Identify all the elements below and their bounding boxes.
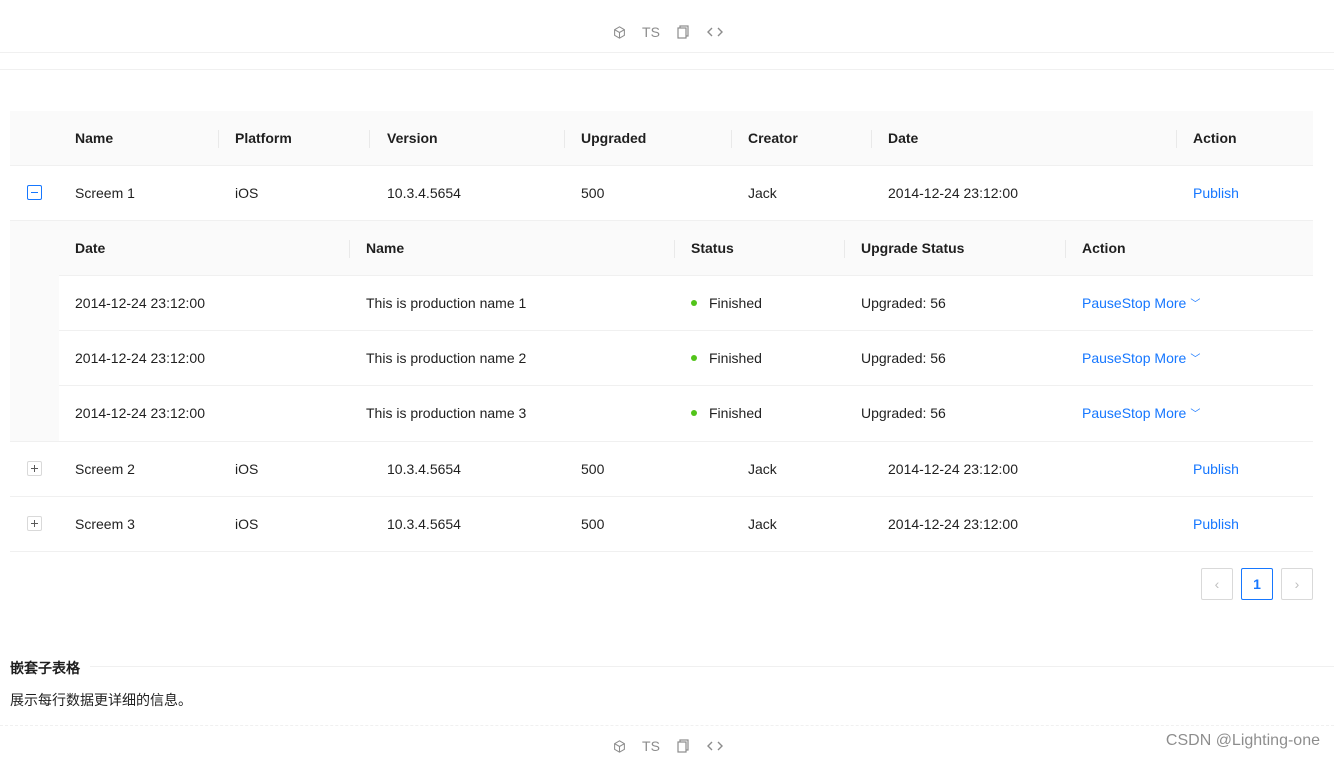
publish-link[interactable]: Publish bbox=[1193, 442, 1239, 496]
chevron-down-icon: ﹀ bbox=[1190, 299, 1201, 310]
pagination-page-1[interactable]: 1 bbox=[1241, 568, 1273, 600]
codesandbox-icon[interactable] bbox=[603, 734, 635, 758]
cell-name: Screem 1 bbox=[75, 185, 135, 201]
cell-creator: Jack bbox=[748, 185, 777, 201]
nested-cell-name: This is production name 3 bbox=[366, 405, 527, 421]
table-row: Screem 1 iOS 10.3.4.5654 500 Jack 2014-1… bbox=[10, 166, 1313, 221]
more-dropdown[interactable]: More ﹀ bbox=[1154, 405, 1200, 421]
nested-actions: PauseStop More ﹀ bbox=[1082, 331, 1200, 385]
cell-date: 2014-12-24 23:12:00 bbox=[888, 516, 1018, 532]
code-icon[interactable] bbox=[699, 734, 731, 758]
status-dot bbox=[691, 355, 697, 362]
cell-platform: iOS bbox=[235, 185, 259, 201]
table-header-row: Name Platform Version Upgraded Creator D… bbox=[10, 111, 1313, 166]
status-dot bbox=[691, 410, 697, 417]
cell-upgraded: 500 bbox=[581, 461, 605, 477]
chevron-down-icon: ﹀ bbox=[1190, 409, 1201, 420]
nested-row: 2014-12-24 23:12:00 This is production n… bbox=[59, 276, 1313, 331]
nested-row: 2014-12-24 23:12:00 This is production n… bbox=[59, 331, 1313, 386]
typescript-toggle[interactable]: TS bbox=[635, 20, 667, 44]
section-title: 嵌套子表格 bbox=[10, 660, 80, 676]
table-row: Screem 3 iOS 10.3.4.5654 500 Jack 2014-1… bbox=[10, 497, 1313, 552]
expand-row-button[interactable] bbox=[27, 516, 42, 531]
demo-toolbar-bottom: TS bbox=[0, 720, 1334, 772]
pagination-prev-button[interactable]: ‹ bbox=[1201, 568, 1233, 600]
nested-column-status[interactable]: Status bbox=[691, 221, 734, 275]
nested-cell-date: 2014-12-24 23:12:00 bbox=[75, 350, 205, 366]
column-header-date[interactable]: Date bbox=[888, 111, 918, 165]
nested-cell-upgrade: Upgraded: 56 bbox=[861, 405, 946, 421]
nested-column-date[interactable]: Date bbox=[75, 221, 105, 275]
nested-row: 2014-12-24 23:12:00 This is production n… bbox=[59, 386, 1313, 441]
column-header-name[interactable]: Name bbox=[75, 111, 113, 165]
column-header-creator[interactable]: Creator bbox=[748, 111, 798, 165]
more-dropdown[interactable]: More ﹀ bbox=[1154, 295, 1200, 311]
copy-icon[interactable] bbox=[667, 734, 699, 758]
demo-toolbar-top: TS bbox=[0, 6, 1334, 58]
divider bbox=[90, 666, 1334, 667]
nested-table: Date Name Status Upgrade Status Action 2… bbox=[59, 221, 1313, 441]
nested-header-row: Date Name Status Upgrade Status Action bbox=[59, 221, 1313, 276]
status-badge: Finished bbox=[691, 331, 762, 385]
cell-name: Screem 3 bbox=[75, 516, 135, 532]
cell-upgraded: 500 bbox=[581, 185, 605, 201]
column-header-upgraded[interactable]: Upgraded bbox=[581, 111, 646, 165]
cell-version: 10.3.4.5654 bbox=[387, 516, 461, 532]
nested-column-action[interactable]: Action bbox=[1082, 221, 1126, 275]
cell-name: Screem 2 bbox=[75, 461, 135, 477]
cell-version: 10.3.4.5654 bbox=[387, 461, 461, 477]
nested-cell-upgrade: Upgraded: 56 bbox=[861, 350, 946, 366]
nested-cell-date: 2014-12-24 23:12:00 bbox=[75, 405, 205, 421]
codesandbox-icon[interactable] bbox=[603, 20, 635, 44]
typescript-toggle[interactable]: TS bbox=[635, 734, 667, 758]
status-badge: Finished bbox=[691, 276, 762, 330]
expanded-row-panel: Date Name Status Upgrade Status Action 2… bbox=[10, 221, 1313, 441]
pagination-next-button[interactable]: › bbox=[1281, 568, 1313, 600]
publish-link[interactable]: Publish bbox=[1193, 497, 1239, 551]
watermark: CSDN @Lighting-one bbox=[1165, 732, 1320, 749]
status-dot bbox=[691, 300, 697, 307]
nested-cell-upgrade: Upgraded: 56 bbox=[861, 295, 946, 311]
code-icon[interactable] bbox=[699, 20, 731, 44]
cell-date: 2014-12-24 23:12:00 bbox=[888, 185, 1018, 201]
more-dropdown[interactable]: More ﹀ bbox=[1154, 350, 1200, 366]
nested-column-upgrade-status[interactable]: Upgrade Status bbox=[861, 221, 964, 275]
pause-link[interactable]: Pause bbox=[1082, 295, 1122, 311]
column-header-action[interactable]: Action bbox=[1193, 111, 1237, 165]
cell-creator: Jack bbox=[748, 461, 777, 477]
nested-actions: PauseStop More ﹀ bbox=[1082, 276, 1200, 330]
cell-version: 10.3.4.5654 bbox=[387, 185, 461, 201]
nested-actions: PauseStop More ﹀ bbox=[1082, 386, 1200, 440]
copy-icon[interactable] bbox=[667, 20, 699, 44]
status-badge: Finished bbox=[691, 386, 762, 440]
cell-upgraded: 500 bbox=[581, 516, 605, 532]
table-row: Screem 2 iOS 10.3.4.5654 500 Jack 2014-1… bbox=[10, 442, 1313, 497]
divider bbox=[0, 52, 1334, 53]
pause-link[interactable]: Pause bbox=[1082, 405, 1122, 421]
nested-column-name[interactable]: Name bbox=[366, 221, 404, 275]
nested-cell-name: This is production name 2 bbox=[366, 350, 527, 366]
cell-platform: iOS bbox=[235, 516, 259, 532]
publish-link[interactable]: Publish bbox=[1193, 166, 1239, 220]
column-header-version[interactable]: Version bbox=[387, 111, 438, 165]
expand-row-button[interactable] bbox=[27, 461, 42, 476]
cell-platform: iOS bbox=[235, 461, 259, 477]
nested-cell-name: This is production name 1 bbox=[366, 295, 527, 311]
stop-link[interactable]: Stop bbox=[1122, 350, 1151, 366]
collapse-row-button[interactable] bbox=[27, 185, 42, 200]
nested-cell-date: 2014-12-24 23:12:00 bbox=[75, 295, 205, 311]
chevron-down-icon: ﹀ bbox=[1190, 354, 1201, 365]
divider bbox=[0, 69, 1334, 70]
column-header-platform[interactable]: Platform bbox=[235, 111, 292, 165]
pause-link[interactable]: Pause bbox=[1082, 350, 1122, 366]
stop-link[interactable]: Stop bbox=[1122, 405, 1151, 421]
stop-link[interactable]: Stop bbox=[1122, 295, 1151, 311]
cell-creator: Jack bbox=[748, 516, 777, 532]
section-description: 展示每行数据更详细的信息。 bbox=[10, 692, 192, 708]
cell-date: 2014-12-24 23:12:00 bbox=[888, 461, 1018, 477]
